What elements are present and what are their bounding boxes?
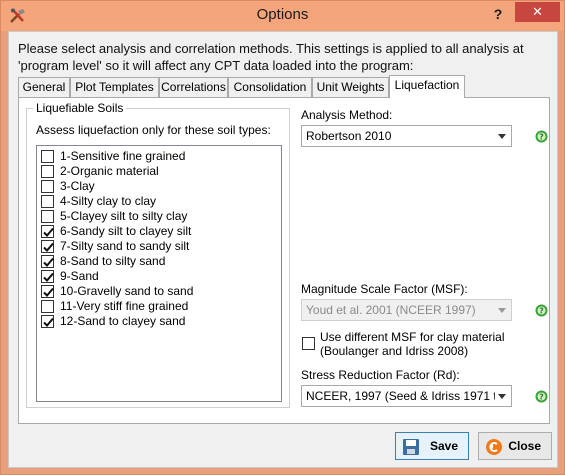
list-item[interactable]: 3-Clay — [41, 179, 95, 194]
undo-arrow-icon — [486, 439, 502, 455]
rd-label: Stress Reduction Factor (Rd): — [301, 368, 460, 382]
msf-clay-checkbox[interactable] — [302, 336, 315, 350]
dialog-body: Please select analysis and correlation m… — [8, 31, 558, 468]
list-item[interactable]: 6-Sandy silt to clayey silt — [41, 224, 191, 239]
checkbox[interactable] — [41, 315, 54, 328]
svg-text:?: ? — [539, 133, 544, 142]
tab-plot-templates[interactable]: Plot Templates — [70, 77, 159, 97]
list-item[interactable]: 10-Gravelly sand to sand — [41, 284, 193, 299]
chevron-down-icon — [498, 308, 506, 313]
floppy-disk-icon — [403, 439, 419, 455]
analysis-method-label: Analysis Method: — [301, 108, 393, 122]
soil-type-list[interactable]: 1-Sensitive fine grained 2-Organic materi… — [36, 145, 282, 402]
list-item-label: 4-Silty clay to clay — [60, 194, 157, 208]
save-button-label: Save — [429, 439, 458, 453]
close-button[interactable]: Close — [478, 432, 552, 460]
tab-correlations[interactable]: Correlations — [159, 77, 228, 97]
list-item-label: 9-Sand — [60, 269, 99, 283]
msf-dropdown[interactable]: Youd et al. 2001 (NCEER 1997) — [301, 299, 512, 321]
checkbox[interactable] — [41, 240, 54, 253]
list-item[interactable]: 12-Sand to clayey sand — [41, 314, 185, 329]
msf-label: Magnitude Scale Factor (MSF): — [301, 282, 468, 296]
list-item[interactable]: 1-Sensitive fine grained — [41, 149, 185, 164]
list-item[interactable]: 8-Sand to silty sand — [41, 254, 165, 269]
save-button[interactable]: Save — [395, 432, 469, 460]
window-title: Options — [256, 6, 309, 23]
msf-clay-label-reference: (Boulanger and Idriss 2008) — [320, 344, 469, 358]
list-item-label: 11-Very stiff fine grained — [60, 299, 189, 313]
checkbox[interactable] — [41, 255, 54, 268]
checkbox[interactable] — [41, 165, 54, 178]
tab-general[interactable]: General — [18, 77, 70, 97]
list-item-label: 8-Sand to silty sand — [60, 254, 166, 268]
analysis-method-value: Robertson 2010 — [306, 129, 392, 143]
msf-clay-label: Use different MSF for clay material — [320, 330, 505, 344]
checkbox[interactable] — [41, 285, 54, 298]
list-item[interactable]: 4-Silty clay to clay — [41, 194, 156, 209]
checkbox[interactable] — [41, 180, 54, 193]
list-item-label: 1-Sensitive fine grained — [60, 149, 186, 163]
question-circle-icon[interactable]: ? — [535, 130, 548, 143]
title-bar[interactable]: Options ? ✕ — [1, 1, 564, 31]
chevron-down-icon — [498, 134, 506, 139]
question-circle-icon[interactable]: ? — [535, 390, 548, 403]
list-item-label: 3-Clay — [60, 179, 95, 193]
tab-liquefaction[interactable]: Liquefaction — [389, 75, 465, 98]
checkbox[interactable] — [41, 195, 54, 208]
list-item[interactable]: 11-Very stiff fine grained — [41, 299, 188, 314]
list-item-label: 2-Organic material — [60, 164, 159, 178]
liquefaction-panel: Liquefiable Soils Assess liquefaction on… — [18, 97, 550, 424]
list-item[interactable]: 7-Silty sand to sandy silt — [41, 239, 189, 254]
checkbox[interactable] — [302, 337, 315, 350]
checkbox[interactable] — [41, 210, 54, 223]
question-circle-icon[interactable]: ? — [535, 304, 548, 317]
list-item-label: 12-Sand to clayey sand — [60, 314, 186, 328]
list-item-label: 7-Silty sand to sandy silt — [60, 239, 190, 253]
checkbox[interactable] — [41, 270, 54, 283]
close-button-label: Close — [508, 439, 541, 453]
list-item[interactable]: 2-Organic material — [41, 164, 159, 179]
intro-text: Please select analysis and correlation m… — [18, 41, 524, 73]
help-button[interactable]: ? — [489, 5, 507, 23]
liquefiable-soils-group: Liquefiable Soils Assess liquefaction on… — [26, 101, 290, 408]
options-window: Options ? ✕ Please select analysis and c… — [0, 0, 565, 475]
checkbox[interactable] — [41, 225, 54, 238]
list-item-label: 6-Sandy silt to clayey silt — [60, 224, 192, 238]
list-item[interactable]: 5-Clayey silt to silty clay — [41, 209, 187, 224]
tab-unit-weights[interactable]: Unit Weights — [312, 77, 389, 97]
svg-text:?: ? — [539, 307, 544, 316]
analysis-method-dropdown[interactable]: Robertson 2010 — [301, 125, 512, 147]
rd-value: NCEER, 1997 (Seed & Idriss 1971 tri-line — [306, 389, 495, 403]
group-subtitle: Assess liquefaction only for these soil … — [36, 123, 271, 137]
checkbox[interactable] — [41, 300, 54, 313]
msf-value: Youd et al. 2001 (NCEER 1997) — [306, 303, 476, 317]
list-item-label: 10-Gravelly sand to sand — [60, 284, 194, 298]
rd-dropdown[interactable]: NCEER, 1997 (Seed & Idriss 1971 tri-line — [301, 385, 512, 407]
tab-consolidation[interactable]: Consolidation — [228, 77, 312, 97]
svg-text:?: ? — [539, 393, 544, 402]
checkbox[interactable] — [41, 150, 54, 163]
chevron-down-icon — [498, 394, 506, 399]
list-item-label: 5-Clayey silt to silty clay — [60, 209, 188, 223]
group-legend: Liquefiable Soils — [33, 101, 127, 115]
close-window-button[interactable]: ✕ — [515, 2, 560, 22]
list-item[interactable]: 9-Sand — [41, 269, 99, 284]
